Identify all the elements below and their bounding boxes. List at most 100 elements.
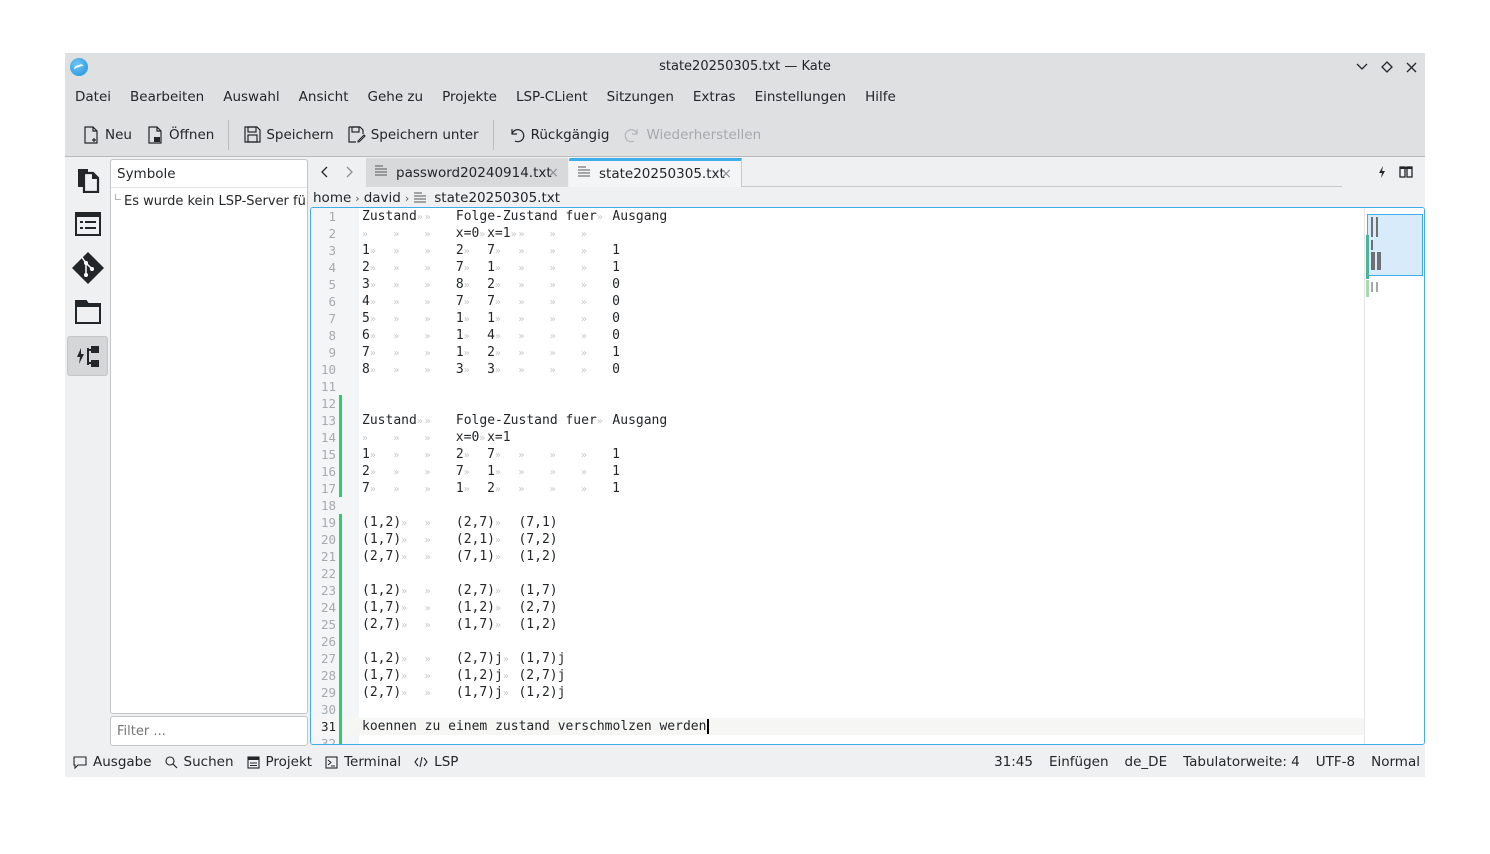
- editor-line[interactable]: 16 2»»» 7» 1»»»» 1: [311, 463, 1364, 480]
- close-tab-icon[interactable]: ×: [547, 165, 559, 181]
- highlighting-mode[interactable]: Normal: [1371, 754, 1420, 770]
- encoding[interactable]: UTF-8: [1316, 754, 1355, 770]
- menu-hilfe[interactable]: Hilfe: [858, 89, 903, 105]
- editor-line[interactable]: 12: [311, 395, 1364, 412]
- tab-marker: »: [518, 263, 525, 274]
- redo-button[interactable]: Wiederherstellen: [616, 120, 768, 150]
- project-button[interactable]: Projekt: [246, 754, 312, 770]
- editor-line[interactable]: 17 7»»» 1» 2»»»» 1: [311, 480, 1364, 497]
- editor-line[interactable]: 4 2»»» 7» 1»»»» 1: [311, 259, 1364, 276]
- line-text: 3»»» 8» 2»»»» 0: [362, 277, 620, 292]
- tab-marker: »: [580, 263, 587, 274]
- sidebar-documents-button[interactable]: [67, 160, 108, 200]
- editor-line[interactable]: 6 4»»» 7» 7»»»» 0: [311, 293, 1364, 310]
- minimap-modified-marker: [1366, 280, 1369, 297]
- output-button[interactable]: Ausgabe: [73, 754, 152, 770]
- menu-sitzungen[interactable]: Sitzungen: [600, 89, 681, 105]
- dictionary-language[interactable]: de_DE: [1125, 754, 1168, 770]
- editor-line[interactable]: 5 3»»» 8» 2»»»» 0: [311, 276, 1364, 293]
- editor-line[interactable]: 25 (2,7)»» (1,7)» (1,2): [311, 616, 1364, 633]
- editor-line[interactable]: 15 1»»» 2» 7»»»» 1: [311, 446, 1364, 463]
- editor-line[interactable]: 3 1»»» 2» 7»»»» 1: [311, 242, 1364, 259]
- tab-width[interactable]: Tabulatorweite: 4: [1183, 754, 1300, 770]
- symbols-tree-item[interactable]: Es wurde kein LSP-Server fü...: [111, 194, 307, 209]
- editor-line[interactable]: 32: [311, 735, 1364, 745]
- editor-line[interactable]: 14»»» x=0» x=1: [311, 429, 1364, 446]
- menu-datei[interactable]: Datei: [68, 89, 118, 105]
- tab-forward-button[interactable]: [340, 162, 360, 182]
- minimize-button[interactable]: [1352, 57, 1372, 77]
- menu-einstellungen[interactable]: Einstellungen: [748, 89, 854, 105]
- redo-label: Wiederherstellen: [646, 126, 762, 143]
- sidebar-git-button[interactable]: [67, 248, 108, 288]
- editor-line[interactable]: 27 (1,2)»» (2,7)j» (1,7)j: [311, 650, 1364, 667]
- maximize-button[interactable]: [1377, 57, 1397, 77]
- save-as-button[interactable]: Speichern unter: [341, 120, 486, 150]
- editor-line[interactable]: 2 »»» x=0» x=1»»»»: [311, 225, 1364, 242]
- new-button[interactable]: Neu: [75, 120, 139, 150]
- menu-gehe-zu[interactable]: Gehe zu: [361, 89, 431, 105]
- editor-line[interactable]: 29 (2,7)»» (1,7)j» (1,2)j: [311, 684, 1364, 701]
- editor-line[interactable]: 30: [311, 701, 1364, 718]
- save-button[interactable]: Speichern: [236, 120, 340, 150]
- editor-line[interactable]: 18: [311, 497, 1364, 514]
- editor-line[interactable]: 23 (1,2)»» (2,7)» (1,7): [311, 582, 1364, 599]
- undo-button[interactable]: Rückgängig: [501, 120, 617, 150]
- editor-line[interactable]: 9 7»»» 1» 2»»»» 1: [311, 344, 1364, 361]
- close-window-button[interactable]: [1401, 57, 1421, 77]
- tab-marker: »: [580, 450, 587, 461]
- editor-line[interactable]: 26: [311, 633, 1364, 650]
- tab-password20240914[interactable]: password20240914.txt ×: [366, 158, 568, 187]
- editor-line[interactable]: 24 (1,7)»» (1,2)» (2,7): [311, 599, 1364, 616]
- editor-line[interactable]: 20 (1,7)»» (2,1)» (7,2): [311, 531, 1364, 548]
- editor-line[interactable]: 19 (1,2)»» (2,7)» (7,1): [311, 514, 1364, 531]
- menu-bearbeiten[interactable]: Bearbeiten: [123, 89, 211, 105]
- editor-line[interactable]: 10 8»»» 3» 3»»»» 0: [311, 361, 1364, 378]
- terminal-button[interactable]: Terminal: [325, 754, 401, 770]
- editor-lines[interactable]: 1 Zustand»» Folge-Zustand fuer» Ausgang 2»»»…: [311, 208, 1364, 745]
- breadcrumb-david[interactable]: david: [364, 190, 401, 206]
- close-tab-icon[interactable]: ×: [720, 166, 732, 182]
- editor-line[interactable]: 28 (1,7)»» (1,2)j» (2,7)j: [311, 667, 1364, 684]
- breadcrumb-file[interactable]: state20250305.txt: [434, 190, 560, 206]
- split-view-button[interactable]: [1396, 162, 1416, 182]
- sidebar-symbol-list-button[interactable]: [67, 204, 108, 244]
- cursor-position[interactable]: 31:45: [994, 754, 1033, 770]
- minimap[interactable]: [1364, 208, 1424, 744]
- menu-projekte[interactable]: Projekte: [435, 89, 504, 105]
- breadcrumb-home[interactable]: home: [313, 190, 351, 206]
- editor-line[interactable]: 8 6»»» 1» 4»»»» 0: [311, 327, 1364, 344]
- editor-line[interactable]: 7 5»»» 1» 1»»»» 0: [311, 310, 1364, 327]
- editor-line[interactable]: 31 koennen zu einem zustand verschmolzen …: [311, 718, 1364, 735]
- main-toolbar: Neu Öffnen Speichern Speichern unter Rüc…: [65, 113, 1425, 157]
- lsp-button[interactable]: LSP: [414, 754, 458, 770]
- menu-lsp-client[interactable]: LSP-CLient: [509, 89, 595, 105]
- menu-extras[interactable]: Extras: [686, 89, 743, 105]
- tab-marker: »: [518, 280, 525, 291]
- tab-marker: »: [401, 518, 408, 529]
- tab-marker: »: [580, 229, 587, 240]
- sidebar-filesystem-button[interactable]: [67, 292, 108, 332]
- tab-label: state20250305.txt: [599, 166, 725, 182]
- editor-line[interactable]: 21 (2,7)»» (7,1)» (1,2): [311, 548, 1364, 565]
- open-button[interactable]: Öffnen: [139, 120, 221, 150]
- new-label: Neu: [105, 126, 132, 143]
- editor-line[interactable]: 11: [311, 378, 1364, 395]
- lightning-icon: [1379, 166, 1385, 178]
- line-number: 32: [320, 736, 336, 745]
- tab-state20250305[interactable]: state20250305.txt ×: [569, 158, 742, 187]
- tab-back-button[interactable]: [314, 162, 334, 182]
- editor-line[interactable]: 22: [311, 565, 1364, 582]
- text-editor[interactable]: 1 Zustand»» Folge-Zustand fuer» Ausgang 2»»»…: [310, 207, 1425, 745]
- quick-open-button[interactable]: [1372, 162, 1392, 182]
- line-text: (1,2)»» (2,7)» (1,7): [362, 583, 558, 598]
- menu-ansicht[interactable]: Ansicht: [292, 89, 356, 105]
- symbols-filter-input[interactable]: [110, 716, 308, 746]
- editor-line[interactable]: 1 Zustand»» Folge-Zustand fuer» Ausgang: [311, 208, 1364, 225]
- tab-marker: »: [424, 246, 431, 257]
- editor-line[interactable]: 13 Zustand»» Folge-Zustand fuer» Ausgang: [311, 412, 1364, 429]
- sidebar-lsp-symbols-button[interactable]: [67, 336, 108, 376]
- input-mode[interactable]: Einfügen: [1049, 754, 1109, 770]
- menu-auswahl[interactable]: Auswahl: [216, 89, 286, 105]
- search-panel-button[interactable]: Suchen: [164, 754, 234, 770]
